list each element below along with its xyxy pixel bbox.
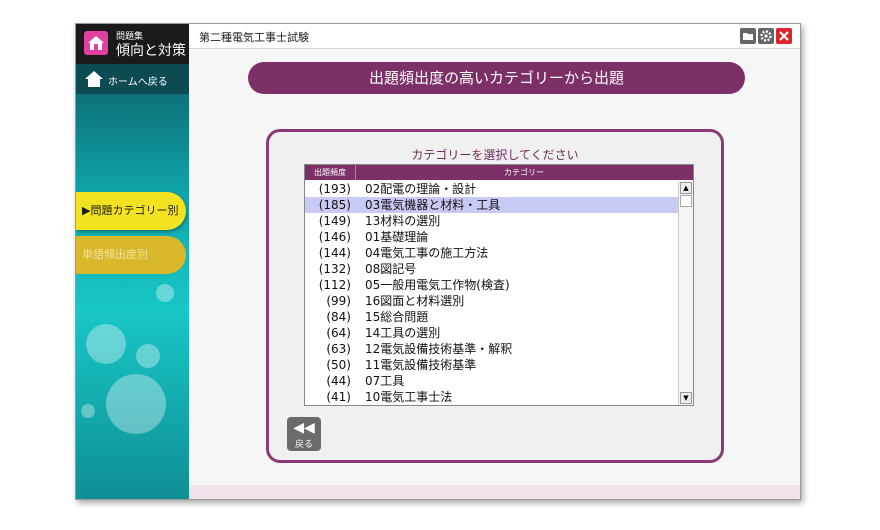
list-item[interactable]: (41) 10電気工事士法	[305, 389, 679, 405]
list-item[interactable]: (44) 07工具	[305, 373, 679, 389]
item-category: 04電気工事の施工方法	[365, 246, 489, 260]
item-frequency: (63)	[326, 342, 351, 356]
item-frequency: (146)	[318, 230, 351, 244]
app-logo: 問題集 傾向と対策	[76, 24, 189, 64]
item-frequency: (64)	[326, 326, 351, 340]
item-category: 16図面と材料選別	[365, 294, 465, 308]
bokeh-decoration	[106, 374, 166, 434]
title-bar: 第二種電気工事士試験	[189, 24, 800, 49]
item-frequency: (144)	[318, 246, 351, 260]
list-item[interactable]: (144) 04電気工事の施工方法	[305, 245, 679, 261]
item-category: 05一般用電気工作物(検査)	[365, 278, 510, 292]
panel-title: カテゴリーを選択してください	[411, 148, 579, 162]
item-frequency: (84)	[326, 310, 351, 324]
item-category: 12電気設備技術基準・解釈	[365, 342, 513, 356]
item-category: 15総合問題	[365, 310, 429, 324]
list-item[interactable]: (193) 02配電の理論・設計	[305, 181, 679, 197]
list-item[interactable]: (112) 05一般用電気工作物(検査)	[305, 277, 679, 293]
sidebar-item-word-frequency[interactable]: 単語頻出度別	[76, 236, 186, 274]
item-frequency: (149)	[318, 214, 351, 228]
list-item[interactable]: (99) 16図面と材料選別	[305, 293, 679, 309]
close-icon[interactable]	[776, 28, 792, 44]
sidebar-item-category[interactable]: ▶問題カテゴリー別	[76, 192, 186, 230]
bokeh-decoration	[156, 284, 174, 302]
list-rows: (193) 02配電の理論・設計 (185) 03電気機器と材料・工具 (149) 13材…	[305, 181, 679, 405]
list-item[interactable]: (63) 12電気設備技術基準・解釈	[305, 341, 679, 357]
logo-title: 傾向と対策	[116, 43, 186, 59]
bokeh-decoration	[136, 344, 160, 368]
item-frequency: (193)	[318, 182, 351, 196]
item-frequency: (41)	[326, 390, 351, 404]
footer-bar	[189, 485, 800, 499]
item-frequency: (112)	[318, 278, 351, 292]
item-frequency: (132)	[318, 262, 351, 276]
gear-icon[interactable]	[758, 28, 774, 44]
item-category: 14工具の選別	[365, 326, 441, 340]
category-list[interactable]: 出題頻度 カテゴリー (193) 02配電の理論・設計 (185) 03電気機器と材料…	[304, 164, 694, 406]
item-frequency: (185)	[318, 198, 351, 212]
folder-icon[interactable]	[740, 28, 756, 44]
list-item[interactable]: (149) 13材料の選別	[305, 213, 679, 229]
category-panel: カテゴリーを選択してください 出題頻度 カテゴリー (193) 02配電の理論・設…	[266, 129, 724, 463]
back-button[interactable]: ◀◀ 戻る	[287, 417, 321, 451]
sidebar: 問題集 傾向と対策 ホームへ戻る ▶問題カテゴリー別 単語頻出度別	[76, 24, 189, 499]
item-category: 07工具	[365, 374, 405, 388]
item-category: 08図記号	[365, 262, 417, 276]
list-item[interactable]: (185) 03電気機器と材料・工具	[305, 197, 679, 213]
item-category: 03電気機器と材料・工具	[365, 198, 501, 212]
home-button[interactable]: ホームへ戻る	[76, 64, 189, 94]
window-title: 第二種電気工事士試験	[199, 31, 309, 44]
back-label: 戻る	[294, 440, 313, 450]
home-icon	[84, 70, 104, 92]
bokeh-decoration	[81, 404, 95, 418]
item-category: 13材料の選別	[365, 214, 441, 228]
list-header: 出題頻度 カテゴリー	[305, 165, 693, 180]
list-item[interactable]: (132) 08図記号	[305, 261, 679, 277]
item-category: 11電気設備技術基準	[365, 358, 477, 372]
column-header-frequency[interactable]: 出題頻度	[305, 165, 356, 180]
item-frequency: (99)	[326, 294, 351, 308]
scroll-up-icon[interactable]: ▲	[680, 182, 692, 194]
house-icon	[84, 31, 108, 55]
scrollbar[interactable]: ▲ ▼	[678, 181, 693, 405]
rewind-icon: ◀◀	[293, 420, 315, 436]
app-window: 問題集 傾向と対策 ホームへ戻る ▶問題カテゴリー別 単語頻出度別 第二種電気工…	[75, 23, 801, 500]
item-category: 10電気工事士法	[365, 390, 453, 404]
list-item[interactable]: (64) 14工具の選別	[305, 325, 679, 341]
column-header-category[interactable]: カテゴリー	[356, 165, 692, 180]
item-frequency: (50)	[326, 358, 351, 372]
page-banner: 出題頻出度の高いカテゴリーから出題	[248, 62, 745, 94]
list-item[interactable]: (146) 01基礎理論	[305, 229, 679, 245]
list-item[interactable]: (50) 11電気設備技術基準	[305, 357, 679, 373]
list-item[interactable]: (84) 15総合問題	[305, 309, 679, 325]
scroll-thumb[interactable]	[680, 195, 692, 207]
scroll-down-icon[interactable]: ▼	[680, 392, 692, 404]
item-category: 02配電の理論・設計	[365, 182, 477, 196]
home-label: ホームへ戻る	[108, 77, 168, 88]
item-frequency: (44)	[326, 374, 351, 388]
item-category: 01基礎理論	[365, 230, 429, 244]
bokeh-decoration	[86, 324, 126, 364]
